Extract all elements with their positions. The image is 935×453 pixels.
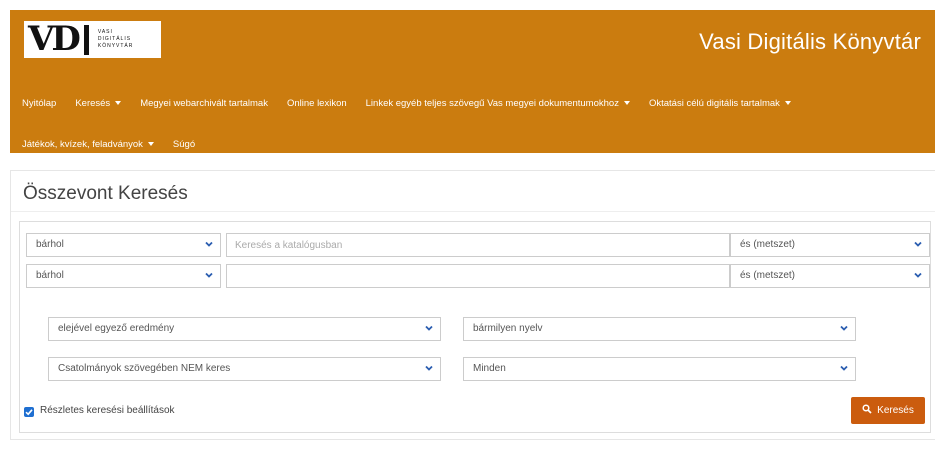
match-select-value: elejével egyező eredmény [58, 323, 175, 334]
chevron-down-icon [914, 240, 922, 248]
field-select-1[interactable]: bárhol [26, 233, 221, 257]
logo-text: VASI DIGITÁLIS KÖNYVTÁR [98, 29, 134, 50]
nav-item-label: Oktatási célú digitális tartalmak [648, 97, 780, 109]
nav-item-linkek[interactable]: Linkek egyéb teljes szövegű Vas megyei d… [366, 98, 630, 109]
site-title[interactable]: Vasi Digitális Könyvtár [699, 29, 921, 55]
nav-item-label: Súgó [172, 138, 196, 150]
type-select-value: Minden [473, 363, 506, 374]
nav-item-label: Játékok, kvízek, feladványok [22, 138, 143, 150]
nav-item-label: Online lexikon [286, 97, 347, 109]
caret-down-icon [623, 100, 630, 105]
search-icon [862, 404, 872, 417]
search-input-2[interactable] [226, 264, 730, 288]
logo-mark: VD [28, 19, 81, 59]
chevron-down-icon [205, 240, 213, 248]
type-select[interactable]: Minden [463, 357, 856, 381]
nav-item-oktatasi[interactable]: Oktatási célú digitális tartalmak [649, 98, 791, 109]
logo-text-line: VASI [97, 29, 113, 35]
nav-item-kereses[interactable]: Keresés [75, 97, 122, 109]
detailed-search-checkbox[interactable] [24, 407, 34, 417]
checkmark-icon [25, 409, 33, 416]
chevron-down-icon [840, 324, 848, 332]
chevron-down-icon [425, 324, 433, 332]
match-select[interactable]: elejével egyező eredmény [48, 317, 441, 341]
logo-text-line: DIGITÁLIS [97, 36, 132, 42]
search-form: bárhol és (metszet) bárhol és (metszet) … [19, 221, 931, 433]
nav-item-nyitolap[interactable]: Nyitólap [22, 98, 56, 109]
field-select-2[interactable]: bárhol [26, 264, 221, 288]
language-select[interactable]: bármilyen nyelv [463, 317, 856, 341]
site-logo[interactable]: VD VASI DIGITÁLIS KÖNYVTÁR [24, 21, 161, 58]
nav-item-webarchivum[interactable]: Megyei webarchivált tartalmak [140, 98, 268, 109]
nav-item-label: Megyei webarchivált tartalmak [140, 97, 268, 109]
caret-down-icon [115, 100, 122, 105]
operator-select-1[interactable]: és (metszet) [730, 233, 930, 257]
main-nav: Nyitólap Keresés Megyei webarchivált tar… [22, 92, 929, 155]
nav-item-label: Nyitólap [22, 97, 57, 109]
caret-down-icon [784, 100, 791, 105]
nav-row: Játékok, kvízek, feladványok Súgó [22, 133, 929, 155]
field-select-value: bárhol [36, 239, 64, 250]
operator-select-2[interactable]: és (metszet) [730, 264, 930, 288]
search-panel: Összevont Keresés bárhol és (metszet) bá… [10, 170, 935, 440]
chevron-down-icon [914, 271, 922, 279]
logo-checker-pattern [83, 24, 94, 55]
language-select-value: bármilyen nyelv [473, 323, 543, 334]
search-button[interactable]: Keresés [851, 397, 925, 424]
operator-select-value: és (metszet) [740, 239, 796, 250]
attachment-search-select-value: Csatolmányok szövegében NEM keres [58, 363, 231, 374]
nav-item-label: Linkek egyéb teljes szövegű Vas megyei d… [365, 97, 619, 109]
divider [11, 211, 935, 212]
attachment-search-select[interactable]: Csatolmányok szövegében NEM keres [48, 357, 441, 381]
detailed-search-label[interactable]: Részletes keresési beállítások [40, 405, 175, 416]
chevron-down-icon [425, 364, 433, 372]
nav-item-jatekok[interactable]: Játékok, kvízek, feladványok [22, 139, 154, 150]
search-button-label: Keresés [877, 405, 914, 416]
nav-item-label: Keresés [75, 97, 111, 109]
page-title: Összevont Keresés [23, 183, 188, 204]
chevron-down-icon [205, 271, 213, 279]
chevron-down-icon [840, 364, 848, 372]
site-header: VD VASI DIGITÁLIS KÖNYVTÁR Vasi Digitáli… [10, 10, 935, 153]
nav-item-sugo[interactable]: Súgó [173, 139, 195, 150]
field-select-value: bárhol [36, 270, 64, 281]
search-input-1[interactable] [226, 233, 730, 257]
operator-select-value: és (metszet) [740, 270, 796, 281]
logo-text-line: KÖNYVTÁR [97, 43, 134, 49]
caret-down-icon [147, 141, 154, 146]
nav-item-online-lexikon[interactable]: Online lexikon [287, 98, 347, 109]
nav-row: Nyitólap Keresés Megyei webarchivált tar… [22, 92, 929, 114]
